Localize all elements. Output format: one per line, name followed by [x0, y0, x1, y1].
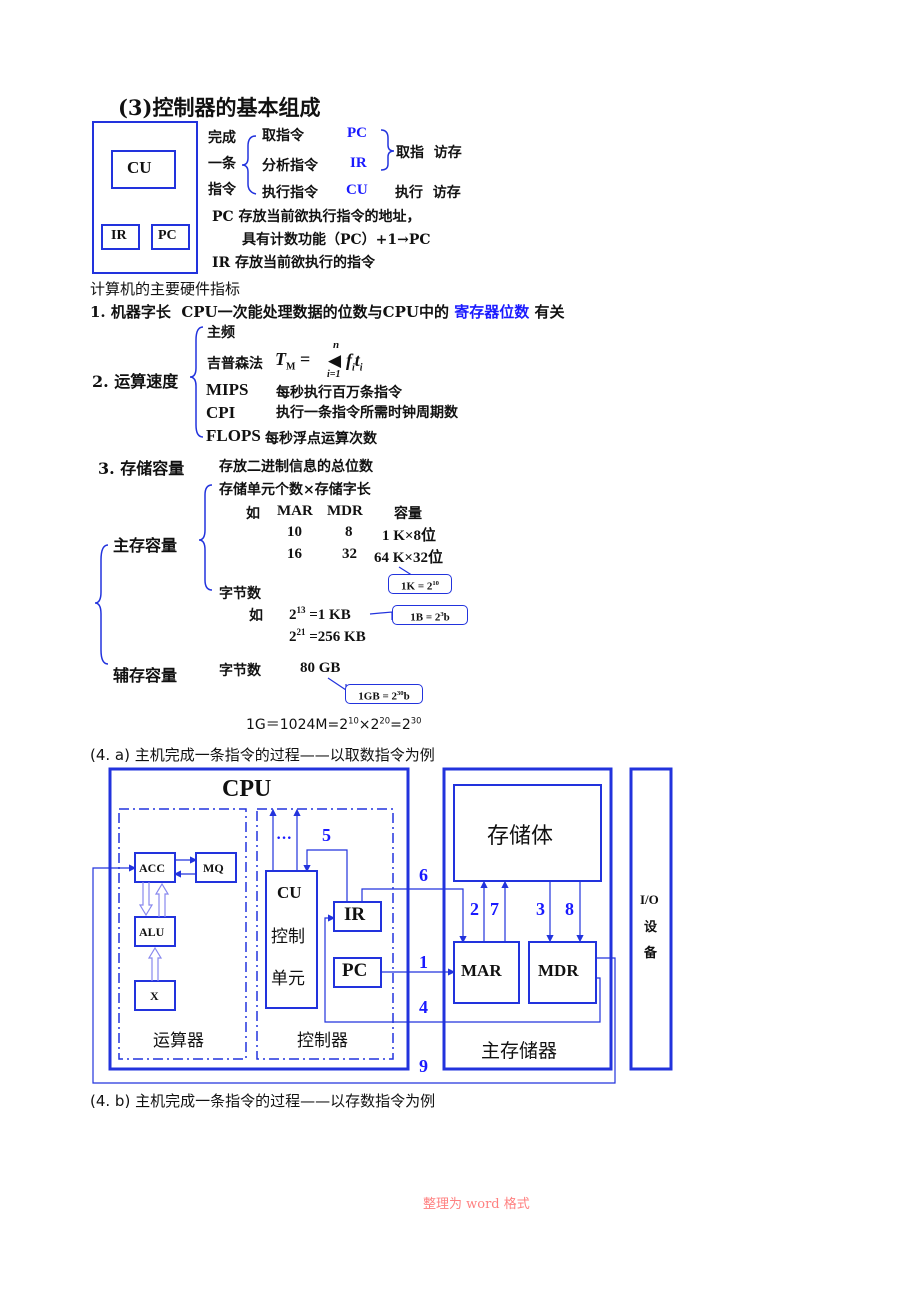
cu-control-label: 控制 — [271, 927, 305, 947]
mar-label: MAR — [461, 961, 502, 980]
acc-label: ACC — [139, 861, 165, 875]
io-label-1: I/O — [640, 892, 659, 907]
x-label: X — [150, 989, 159, 1003]
cu-diagram-label: CU — [277, 883, 302, 902]
footer-watermark: 整理为 word 格式 — [423, 1197, 530, 1212]
step-9: 9 — [419, 1056, 428, 1076]
step-7: 7 — [490, 899, 499, 919]
ellipsis: ··· — [276, 830, 293, 847]
storage-label: 存储体 — [487, 824, 554, 849]
cpu-label: CPU — [222, 776, 272, 802]
io-label-2: 设 — [644, 920, 658, 935]
ir-diagram-label: IR — [344, 904, 366, 925]
ctrl-group-label: 控制器 — [297, 1031, 348, 1051]
pc-diagram-label: PC — [342, 960, 368, 981]
cu-unit-label: 单元 — [271, 969, 305, 989]
alu-to-acc-arrow — [154, 882, 170, 917]
section4b-title: (4. b) 主机完成一条指令的过程——以存数指令为例 — [90, 1092, 436, 1110]
step-2: 2 — [470, 899, 479, 919]
step-1: 1 — [419, 952, 428, 972]
step-8: 8 — [565, 899, 574, 919]
alu-label: ALU — [139, 925, 165, 939]
mq-label: MQ — [203, 861, 224, 875]
io-label-3: 备 — [644, 946, 658, 961]
main-memory-label: 主存储器 — [481, 1040, 558, 1062]
step-6: 6 — [419, 865, 428, 885]
alu-group-label: 运算器 — [153, 1031, 204, 1051]
step-3: 3 — [536, 899, 545, 919]
step-5: 5 — [322, 825, 331, 845]
mdr-label: MDR — [538, 961, 579, 980]
step-4: 4 — [419, 997, 428, 1017]
x-to-alu-arrow — [147, 946, 163, 981]
acc-to-alu-arrow — [138, 882, 154, 917]
